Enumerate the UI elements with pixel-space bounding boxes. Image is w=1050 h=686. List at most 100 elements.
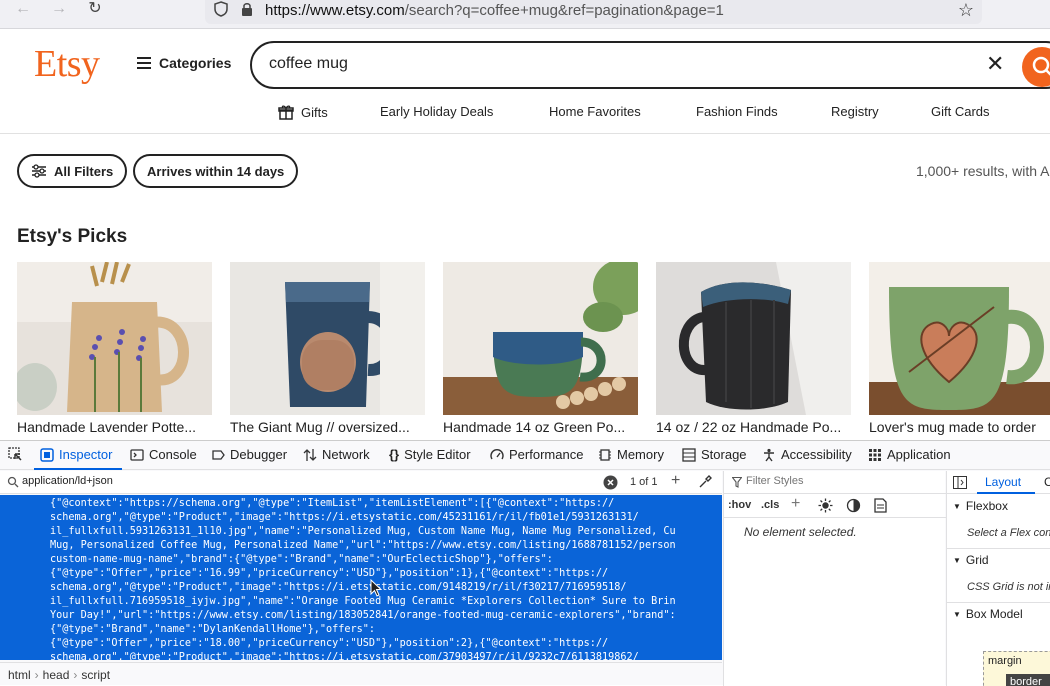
product-title[interactable]: Handmade Lavender Potte... bbox=[17, 419, 212, 435]
product-title[interactable]: Handmade 14 oz Green Po... bbox=[443, 419, 638, 435]
hov-toggle[interactable]: :hov bbox=[728, 499, 751, 511]
url-text[interactable]: https://www.etsy.com/search?q=coffee+mug… bbox=[265, 2, 724, 19]
markup-line: il_fullxfull.716959518_iyjw.jpg","name":… bbox=[50, 596, 676, 607]
memory-icon bbox=[599, 448, 611, 461]
mouse-cursor-icon bbox=[370, 579, 382, 597]
pick-card[interactable]: Handmade 14 oz Green Po... bbox=[443, 262, 638, 435]
tab-computed[interactable]: C bbox=[1044, 475, 1050, 489]
dark-mode-icon[interactable] bbox=[846, 498, 861, 513]
pick-card[interactable]: 14 oz / 22 oz Handmade Po... bbox=[656, 262, 851, 435]
product-image[interactable] bbox=[230, 262, 425, 415]
print-simulation-icon[interactable] bbox=[874, 498, 887, 513]
nav-label-gifts: Gifts bbox=[301, 104, 328, 120]
box-model-border: border bbox=[1006, 674, 1050, 686]
margin-label: margin bbox=[988, 655, 1022, 667]
application-grid-icon bbox=[869, 448, 881, 461]
markup-line: Your Day!","url":"https://www.etsy.com/l… bbox=[50, 610, 676, 621]
search-icon bbox=[1032, 56, 1050, 76]
box-model-margin: margin border bbox=[983, 651, 1050, 686]
inspector-search-bar: 1 of 1 + bbox=[0, 471, 722, 494]
pick-card[interactable]: Handmade Lavender Potte... bbox=[17, 262, 212, 435]
markup-line: schema.org","@type":"Product","image":"h… bbox=[50, 652, 639, 660]
inspector-search-input[interactable] bbox=[22, 475, 582, 487]
all-filters-button[interactable]: All Filters bbox=[17, 154, 128, 188]
layout-tabbar: Layout C bbox=[947, 471, 1050, 494]
product-image[interactable] bbox=[17, 262, 212, 415]
flexbox-label: Flexbox bbox=[965, 499, 1008, 513]
light-mode-icon[interactable] bbox=[818, 498, 833, 513]
pick-card[interactable]: Lover's mug made to order bbox=[869, 262, 1050, 435]
tab-layout[interactable]: Layout bbox=[985, 475, 1021, 489]
filter-styles-input[interactable] bbox=[746, 475, 926, 487]
tab-label: Application bbox=[887, 447, 951, 462]
box-model-label: Box Model bbox=[965, 607, 1023, 621]
clear-search-icon[interactable] bbox=[603, 475, 618, 490]
tab-application[interactable]: Application bbox=[868, 447, 951, 462]
add-rule-icon[interactable]: + bbox=[791, 495, 800, 513]
product-title[interactable]: 14 oz / 22 oz Handmade Po... bbox=[656, 419, 851, 435]
tab-label: Inspector bbox=[59, 447, 113, 462]
tab-label: Console bbox=[149, 447, 197, 462]
tab-inspector[interactable]: Inspector bbox=[40, 447, 112, 462]
script-json-content[interactable]: {"@context":"https://schema.org","@type"… bbox=[50, 497, 676, 660]
search-button[interactable] bbox=[1022, 47, 1050, 87]
cls-toggle[interactable]: .cls bbox=[761, 499, 779, 511]
search-icon bbox=[7, 476, 19, 488]
product-image[interactable] bbox=[443, 262, 638, 415]
arrives-within-filter[interactable]: Arrives within 14 days bbox=[133, 154, 299, 188]
tab-accessibility[interactable]: Accessibility bbox=[762, 447, 852, 462]
flexbox-section[interactable]: ▼ Flexbox bbox=[947, 499, 1050, 513]
nav-item-gift-cards[interactable]: Gift Cards bbox=[931, 104, 990, 119]
tab-style-editor[interactable]: {} Style Editor bbox=[389, 447, 471, 462]
braces-icon: {} bbox=[389, 447, 400, 462]
markup-line: {"@context":"https://schema.org","@type"… bbox=[50, 498, 615, 509]
markup-view[interactable]: {"@context":"https://schema.org","@type"… bbox=[0, 495, 722, 660]
nav-item-registry[interactable]: Registry bbox=[831, 104, 879, 119]
search-input[interactable] bbox=[269, 55, 869, 73]
breadcrumb-html[interactable]: html bbox=[8, 668, 31, 682]
box-model-section[interactable]: ▼ Box Model bbox=[947, 607, 1050, 621]
reload-button[interactable]: ↻ bbox=[84, 0, 106, 20]
etsy-logo[interactable]: Etsy bbox=[34, 42, 100, 86]
product-title[interactable]: Lover's mug made to order bbox=[869, 419, 1050, 435]
url-path: /search?q=coffee+mug&ref=pagination&page… bbox=[404, 2, 724, 19]
accessibility-icon bbox=[764, 448, 774, 461]
grid-label: Grid bbox=[965, 553, 989, 567]
markup-line: custom-name-mug-name","brand":{"@type":"… bbox=[50, 554, 553, 565]
breadcrumb-script[interactable]: script bbox=[81, 668, 110, 682]
element-picker-icon[interactable] bbox=[8, 447, 22, 461]
tab-debugger[interactable]: Debugger bbox=[211, 447, 287, 462]
toggle-sidebar-icon[interactable] bbox=[953, 476, 967, 489]
shield-icon[interactable] bbox=[214, 1, 228, 17]
no-element-message: No element selected. bbox=[744, 525, 857, 539]
tab-console[interactable]: Console bbox=[130, 447, 197, 462]
nav-item-early-holiday-deals[interactable]: Early Holiday Deals bbox=[380, 104, 493, 119]
product-image[interactable] bbox=[869, 262, 1050, 415]
nav-item-fashion-finds[interactable]: Fashion Finds bbox=[696, 104, 778, 119]
layout-pane: Layout C ▼ Flexbox Select a Flex con ▼ Gri… bbox=[946, 471, 1050, 686]
clear-search-icon[interactable]: ✕ bbox=[986, 51, 1004, 77]
tab-storage[interactable]: Storage bbox=[682, 447, 747, 462]
breadcrumb-separator-icon: › bbox=[34, 667, 39, 682]
debugger-icon bbox=[212, 449, 225, 460]
back-button[interactable]: ← bbox=[12, 0, 34, 20]
url-bar[interactable]: https://www.etsy.com/search?q=coffee+mug… bbox=[205, 0, 982, 24]
bookmark-star-icon[interactable]: ☆ bbox=[958, 0, 974, 21]
categories-button[interactable]: Categories bbox=[137, 55, 231, 71]
tab-network[interactable]: Network bbox=[303, 447, 370, 462]
nav-item-home-favorites[interactable]: Home Favorites bbox=[549, 104, 641, 119]
nav-item-gifts[interactable]: Gifts bbox=[278, 104, 328, 120]
eyedropper-icon[interactable] bbox=[698, 475, 712, 489]
collapse-triangle-icon: ▼ bbox=[953, 609, 961, 619]
product-title[interactable]: The Giant Mug // oversized... bbox=[230, 419, 425, 435]
tab-performance[interactable]: Performance bbox=[490, 447, 583, 462]
product-image[interactable] bbox=[656, 262, 851, 415]
add-node-icon[interactable]: + bbox=[671, 472, 680, 490]
category-nav: Gifts Early Holiday Deals Home Favorites… bbox=[0, 100, 1050, 134]
forward-button[interactable]: → bbox=[48, 0, 70, 20]
breadcrumb-head[interactable]: head bbox=[43, 668, 70, 682]
grid-section[interactable]: ▼ Grid bbox=[947, 553, 1050, 567]
tab-memory[interactable]: Memory bbox=[598, 447, 664, 462]
pick-card[interactable]: The Giant Mug // oversized... bbox=[230, 262, 425, 435]
collapse-triangle-icon: ▼ bbox=[953, 555, 961, 565]
